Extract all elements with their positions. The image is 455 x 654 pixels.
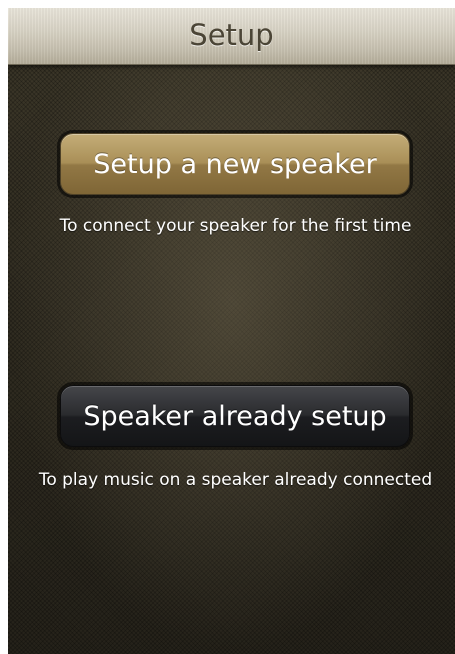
- page-title: Setup: [189, 18, 274, 52]
- navigation-bar: Setup: [8, 8, 455, 65]
- setup-screen: Setup Setup a new speaker To connect you…: [8, 8, 455, 654]
- speaker-already-setup-button[interactable]: Speaker already setup: [60, 385, 410, 447]
- setup-new-speaker-description: To connect your speaker for the first ti…: [59, 216, 412, 236]
- speaker-already-setup-description: To play music on a speaker already conne…: [38, 470, 433, 490]
- setup-new-speaker-button[interactable]: Setup a new speaker: [60, 133, 410, 195]
